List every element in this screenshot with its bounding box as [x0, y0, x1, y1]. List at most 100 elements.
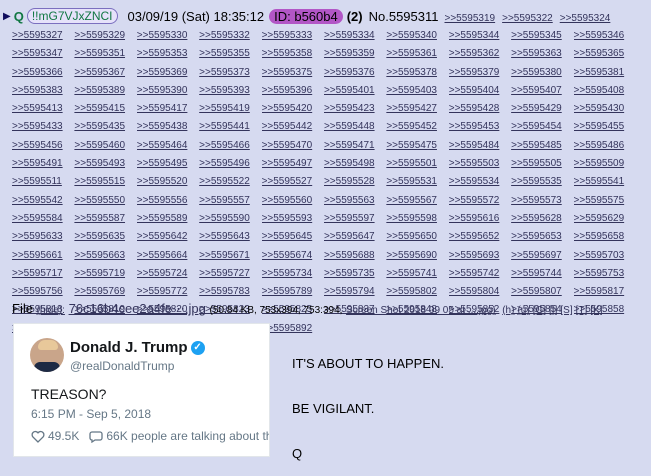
reply-link[interactable]: >>5595365 [574, 45, 636, 63]
reply-link[interactable]: >>5595645 [262, 228, 324, 246]
reply-link[interactable]: >>5595575 [574, 192, 636, 210]
reply-link[interactable]: >>5595629 [574, 210, 636, 228]
reply-link[interactable]: >>5595505 [511, 155, 573, 173]
reply-link[interactable]: >>5595735 [324, 265, 386, 283]
reply-link[interactable]: >>5595366 [12, 64, 74, 82]
reply-link[interactable]: >>5595598 [386, 210, 448, 228]
reply-link[interactable]: >>5595693 [449, 247, 511, 265]
reply-link[interactable]: >>5595741 [386, 265, 448, 283]
reply-link[interactable]: >>5595334 [324, 27, 386, 45]
post-menu-arrow-icon[interactable]: ▶ [3, 11, 11, 22]
poster-id-badge[interactable]: ID: b560b4 [269, 8, 343, 24]
reply-link[interactable]: >>5595324 [560, 13, 611, 24]
reply-link[interactable]: >>5595652 [449, 228, 511, 246]
reply-link[interactable]: >>5595734 [262, 265, 324, 283]
reply-link[interactable]: >>5595703 [574, 247, 636, 265]
reply-link[interactable]: >>5595616 [449, 210, 511, 228]
reply-link[interactable]: >>5595817 [574, 283, 636, 301]
reply-link[interactable]: >>5595597 [324, 210, 386, 228]
reply-link[interactable]: >>5595515 [74, 173, 136, 191]
reply-link[interactable]: >>5595355 [199, 45, 261, 63]
reply-link[interactable]: >>5595589 [137, 210, 199, 228]
reply-link[interactable]: >>5595452 [386, 118, 448, 136]
reply-link[interactable]: >>5595541 [574, 173, 636, 191]
reply-link[interactable]: >>5595379 [449, 64, 511, 82]
reply-link[interactable]: >>5595528 [324, 173, 386, 191]
reply-link[interactable]: >>5595567 [386, 192, 448, 210]
reply-link[interactable]: >>5595557 [199, 192, 261, 210]
reply-link[interactable]: >>5595448 [324, 118, 386, 136]
reply-link[interactable]: >>5595535 [511, 173, 573, 191]
reply-link[interactable]: >>5595430 [574, 100, 636, 118]
reply-link[interactable]: >>5595438 [137, 118, 199, 136]
reply-link[interactable]: >>5595769 [74, 283, 136, 301]
reply-link[interactable]: >>5595404 [449, 82, 511, 100]
reply-link[interactable]: >>5595593 [262, 210, 324, 228]
reply-link[interactable]: >>5595442 [262, 118, 324, 136]
reply-link[interactable]: >>5595417 [137, 100, 199, 118]
reply-link[interactable]: >>5595471 [324, 137, 386, 155]
reply-link[interactable]: >>5595664 [137, 247, 199, 265]
reply-link[interactable]: >>5595635 [74, 228, 136, 246]
reply-link[interactable]: >>5595330 [137, 27, 199, 45]
file-tool-link[interactable]: [S] [560, 305, 572, 316]
reply-link[interactable]: >>5595674 [262, 247, 324, 265]
reply-link[interactable]: >>5595329 [74, 27, 136, 45]
reply-link[interactable]: >>5595650 [386, 228, 448, 246]
file-tool-link[interactable]: [G] [533, 305, 546, 316]
reply-link[interactable]: >>5595376 [324, 64, 386, 82]
reply-link[interactable]: >>5595527 [262, 173, 324, 191]
reply-link[interactable]: >>5595413 [12, 100, 74, 118]
reply-link[interactable]: >>5595563 [324, 192, 386, 210]
reply-link[interactable]: >>5595486 [574, 137, 636, 155]
reply-link[interactable]: >>5595560 [262, 192, 324, 210]
reply-link[interactable]: >>5595375 [262, 64, 324, 82]
reply-link[interactable]: >>5595491 [12, 155, 74, 173]
reply-link[interactable]: >>5595454 [511, 118, 573, 136]
reply-link[interactable]: >>5595403 [386, 82, 448, 100]
hide-file-link[interactable]: (hide): [37, 305, 65, 316]
reply-link[interactable]: >>5595802 [386, 283, 448, 301]
reply-link[interactable]: >>5595807 [511, 283, 573, 301]
reply-link[interactable]: >>5595419 [199, 100, 261, 118]
reply-link[interactable]: >>5595358 [262, 45, 324, 63]
reply-link[interactable]: >>5595719 [74, 265, 136, 283]
reply-link[interactable]: >>5595333 [262, 27, 324, 45]
reply-link[interactable]: >>5595658 [574, 228, 636, 246]
reply-link[interactable]: >>5595794 [324, 283, 386, 301]
reply-link[interactable]: >>5595633 [12, 228, 74, 246]
reply-link[interactable]: >>5595573 [511, 192, 573, 210]
reply-link[interactable]: >>5595346 [574, 27, 636, 45]
reply-link[interactable]: >>5595497 [262, 155, 324, 173]
reply-link[interactable]: >>5595475 [386, 137, 448, 155]
reply-link[interactable]: >>5595688 [324, 247, 386, 265]
reply-link[interactable]: >>5595522 [199, 173, 261, 191]
reply-link[interactable]: >>5595332 [199, 27, 261, 45]
reply-link[interactable]: >>5595381 [574, 64, 636, 82]
reply-link[interactable]: >>5595396 [262, 82, 324, 100]
reply-link[interactable]: >>5595783 [199, 283, 261, 301]
reply-link[interactable]: >>5595319 [444, 13, 495, 24]
reply-link[interactable]: >>5595455 [574, 118, 636, 136]
reply-link[interactable]: >>5595584 [12, 210, 74, 228]
reply-link[interactable]: >>5595408 [574, 82, 636, 100]
reply-link[interactable]: >>5595671 [199, 247, 261, 265]
reply-link[interactable]: >>5595420 [262, 100, 324, 118]
reply-link[interactable]: >>5595390 [137, 82, 199, 100]
reply-link[interactable]: >>5595753 [574, 265, 636, 283]
reply-link[interactable]: >>5595690 [386, 247, 448, 265]
file-thumbnail[interactable]: Donald J. Trump ✓ @realDonaldTrump TREASO… [13, 323, 270, 457]
reply-link[interactable]: >>5595433 [12, 118, 74, 136]
reply-link[interactable]: >>5595485 [511, 137, 573, 155]
post-number-link[interactable]: No.5595311 [369, 9, 439, 24]
reply-link[interactable]: >>5595628 [511, 210, 573, 228]
reply-link[interactable]: >>5595345 [511, 27, 573, 45]
file-tool-link[interactable]: [K] [590, 305, 602, 316]
reply-link[interactable]: >>5595501 [386, 155, 448, 173]
reply-link[interactable]: >>5595556 [137, 192, 199, 210]
reply-link[interactable]: >>5595470 [262, 137, 324, 155]
reply-link[interactable]: >>5595503 [449, 155, 511, 173]
reply-link[interactable]: >>5595724 [137, 265, 199, 283]
reply-link[interactable]: >>5595460 [74, 137, 136, 155]
reply-link[interactable]: >>5595363 [511, 45, 573, 63]
